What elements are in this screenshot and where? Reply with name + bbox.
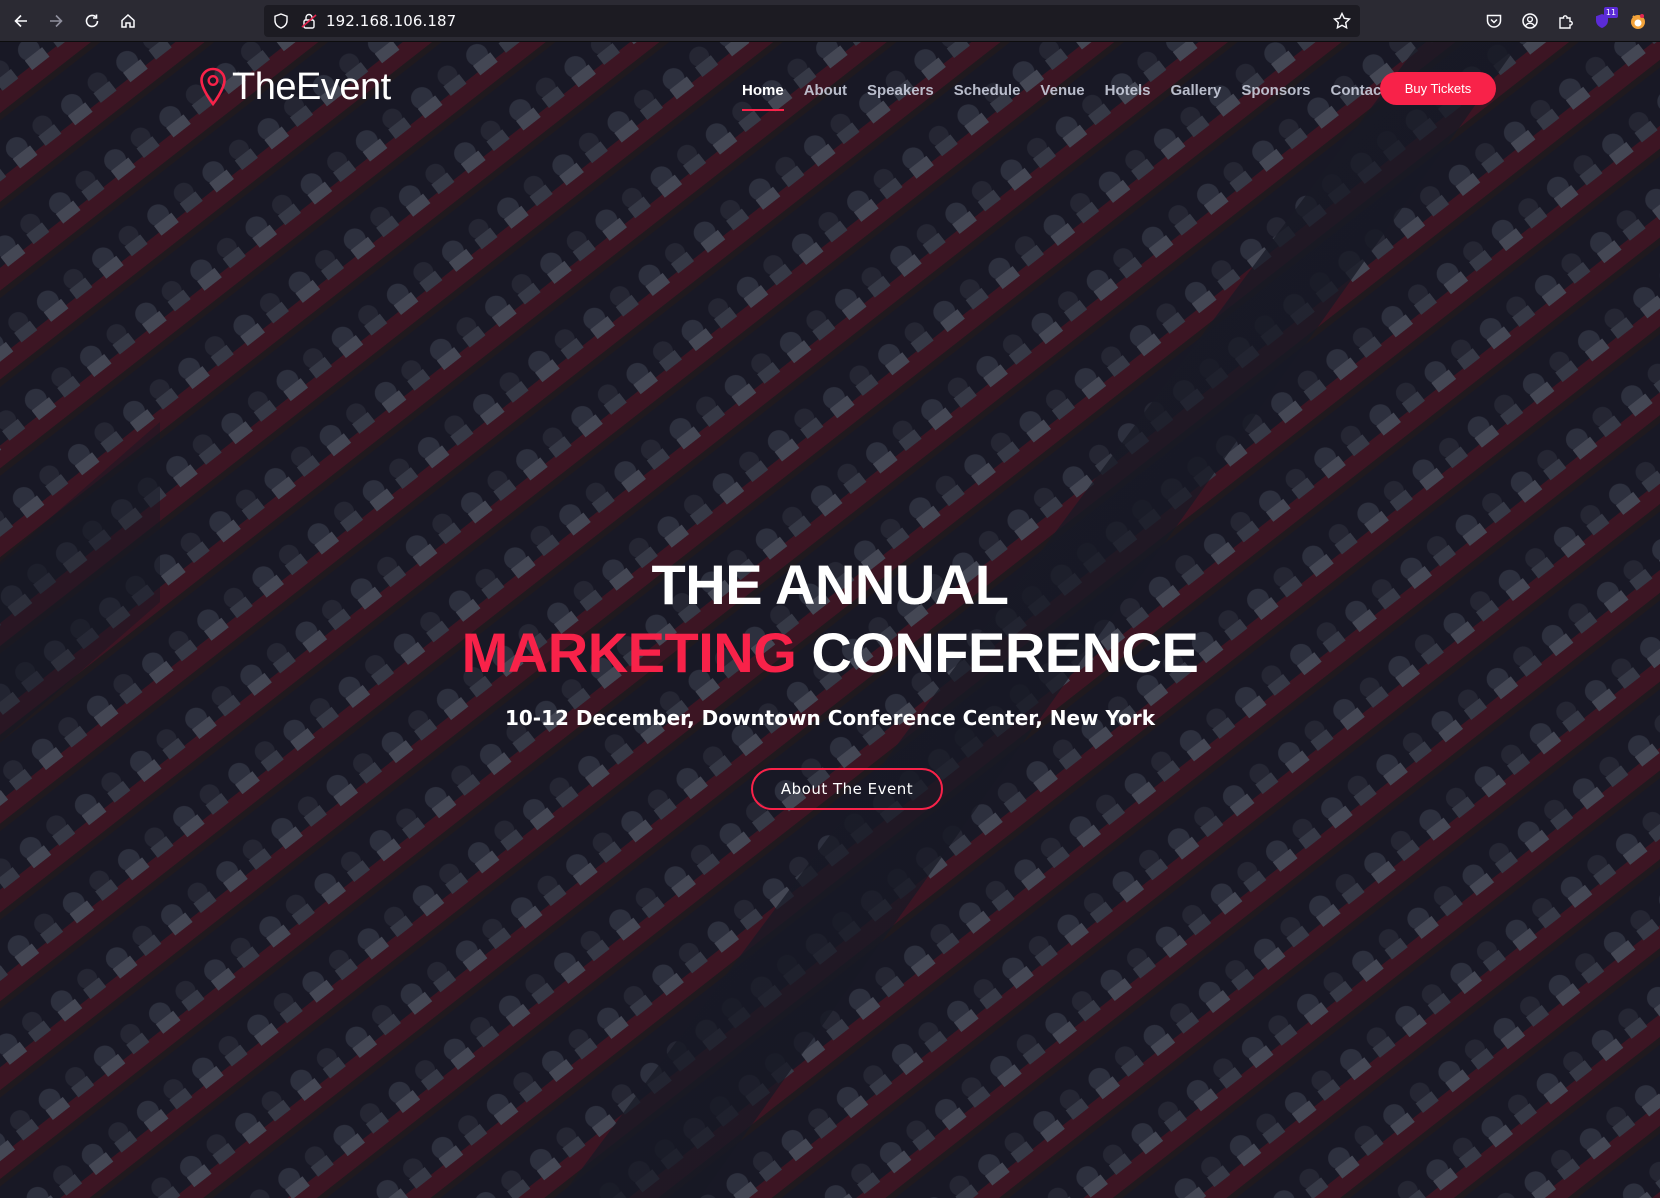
shield-icon[interactable] bbox=[272, 12, 290, 30]
nav-link-about[interactable]: About bbox=[804, 82, 847, 99]
forward-arrow-icon bbox=[50, 14, 63, 28]
puzzle-icon bbox=[1559, 15, 1573, 29]
about-event-button[interactable]: About The Event bbox=[751, 768, 943, 810]
address-bar[interactable]: 192.168.106.187 bbox=[264, 5, 1360, 37]
nav-link-schedule[interactable]: Schedule bbox=[954, 82, 1021, 99]
nav-link-contact[interactable]: Contact bbox=[1331, 82, 1387, 99]
home-icon bbox=[121, 13, 135, 28]
bookmark-star-icon[interactable] bbox=[1332, 11, 1352, 31]
site-logo[interactable]: TheEvent bbox=[198, 66, 391, 108]
home-button[interactable] bbox=[115, 8, 141, 34]
hero-title-line-1: THE ANNUAL bbox=[651, 553, 1009, 616]
fox-extension-icon bbox=[1631, 14, 1645, 29]
back-arrow-icon bbox=[14, 14, 27, 28]
reload-button[interactable] bbox=[79, 8, 105, 34]
fox-extension-button[interactable] bbox=[1627, 10, 1649, 32]
forward-button[interactable] bbox=[43, 8, 69, 34]
nav-link-venue[interactable]: Venue bbox=[1040, 82, 1084, 99]
main-navigation: Home About Speakers Schedule Venue Hotel… bbox=[742, 76, 1406, 111]
hero-title-rest: CONFERENCE bbox=[811, 621, 1199, 684]
insecure-lock-icon[interactable] bbox=[300, 12, 318, 30]
url-text[interactable]: 192.168.106.187 bbox=[326, 12, 456, 30]
nav-link-home[interactable]: Home bbox=[742, 82, 784, 111]
account-icon bbox=[1522, 13, 1538, 29]
pocket-icon bbox=[1486, 14, 1502, 28]
nav-link-gallery[interactable]: Gallery bbox=[1170, 82, 1221, 99]
account-button[interactable] bbox=[1519, 10, 1541, 32]
extensions-button[interactable] bbox=[1555, 10, 1577, 32]
nav-link-sponsors[interactable]: Sponsors bbox=[1241, 82, 1310, 99]
nav-link-speakers[interactable]: Speakers bbox=[867, 82, 934, 99]
pocket-button[interactable] bbox=[1483, 10, 1505, 32]
extension-badge: 11 bbox=[1604, 7, 1618, 18]
buy-tickets-button[interactable]: Buy Tickets bbox=[1380, 72, 1496, 105]
back-button[interactable] bbox=[8, 8, 34, 34]
hero-title-line-2: MARKETING CONFERENCE bbox=[0, 620, 1660, 686]
hero-section: TheEvent Home About Speakers Schedule Ve… bbox=[0, 42, 1660, 1198]
nav-link-hotels[interactable]: Hotels bbox=[1105, 82, 1151, 99]
reload-icon bbox=[85, 14, 99, 28]
logo-text: TheEvent bbox=[232, 65, 391, 108]
map-pin-icon bbox=[200, 67, 226, 107]
browser-toolbar: 192.168.106.187 11 bbox=[0, 0, 1660, 42]
hero-subtitle: 10-12 December, Downtown Conference Cent… bbox=[504, 706, 1156, 730]
hero-title-accent: MARKETING bbox=[461, 621, 797, 684]
